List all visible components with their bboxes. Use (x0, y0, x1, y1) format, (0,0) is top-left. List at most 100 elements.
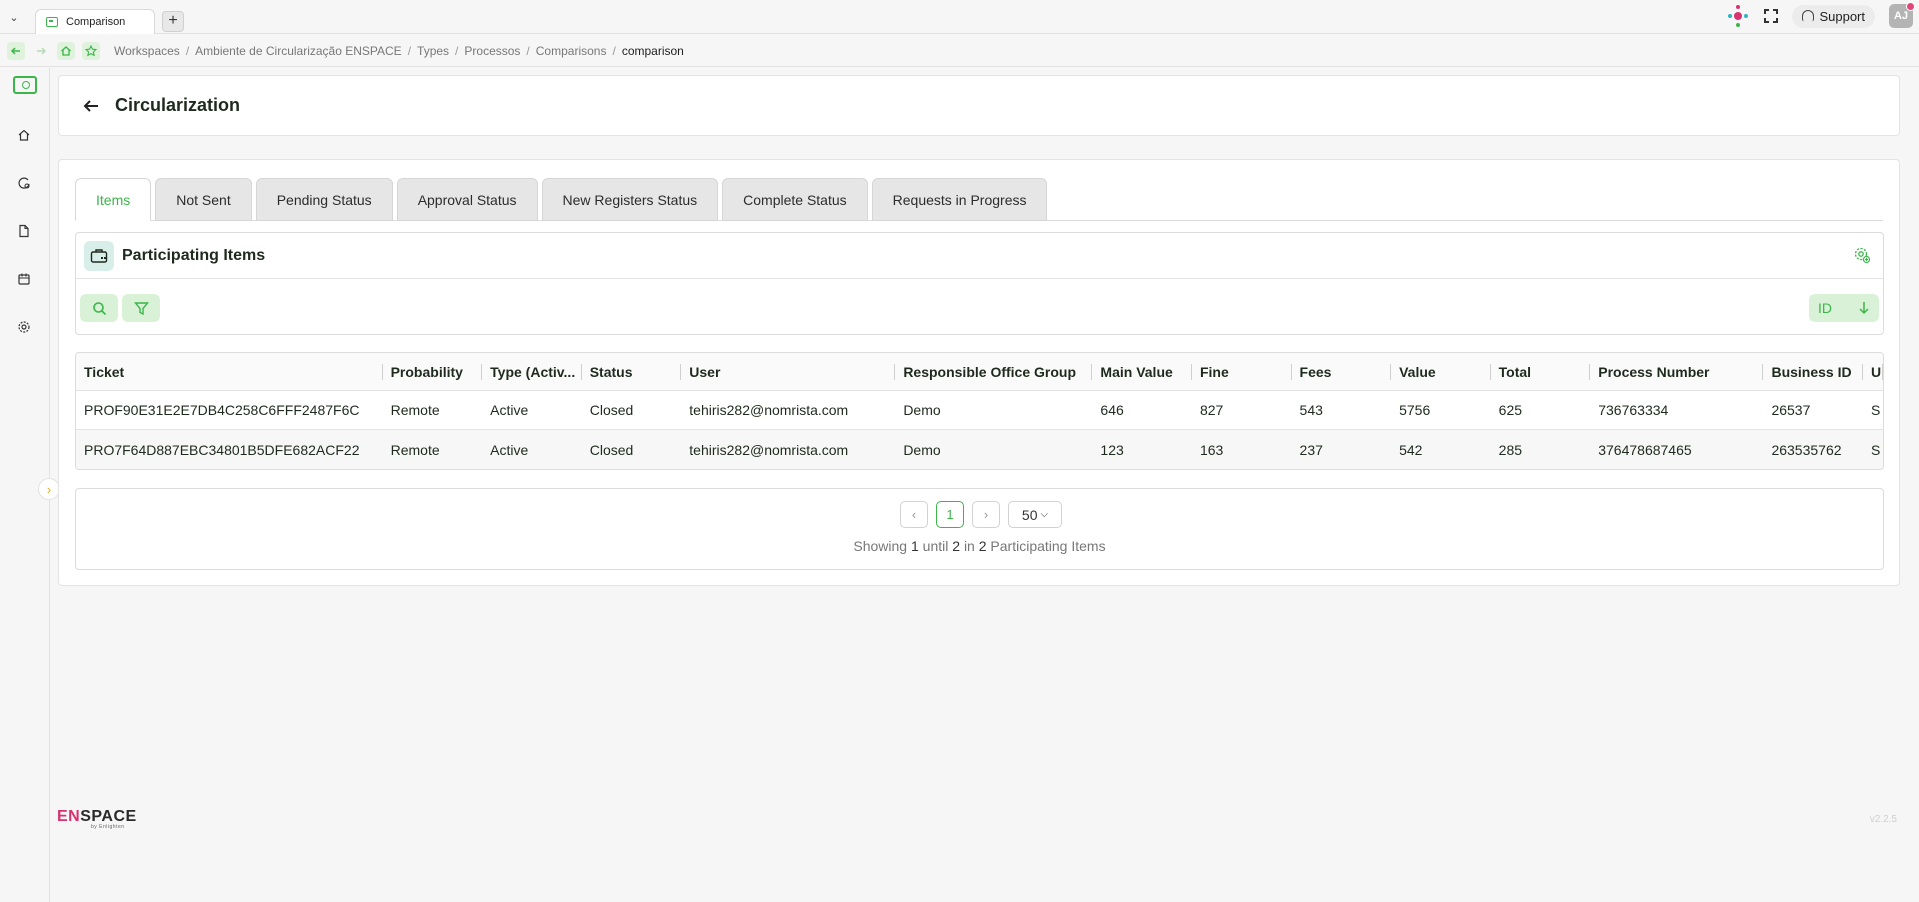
column-header-business-id[interactable]: Business ID (1763, 353, 1863, 390)
tab-pending-status[interactable]: Pending Status (255, 178, 393, 221)
brand-en: EN (57, 808, 81, 825)
previous-page-button[interactable]: ‹ (900, 501, 928, 528)
cell-user: tehiris282@nomrista.com (689, 402, 849, 418)
table-row[interactable]: PROF90E31E2E7DB4C258C6FFF2487F6C Remote … (76, 391, 1883, 430)
column-header-probability[interactable]: Probability (383, 353, 483, 390)
back-nav-button[interactable] (7, 41, 25, 60)
cell-type: Active (490, 402, 529, 418)
cell-status: Closed (589, 441, 634, 458)
settings-gear-icon[interactable] (15, 318, 33, 336)
cell-fees: 237 (1299, 441, 1323, 458)
table-row[interactable]: PRO7F64D887EBC34801B5DFE682ACF22 Remote … (76, 430, 1883, 469)
cell-truncated: S (1871, 441, 1881, 458)
cell-business-id: 263535762 (1771, 441, 1842, 458)
document-icon[interactable] (15, 222, 33, 240)
home-icon[interactable] (15, 126, 33, 144)
briefcase-icon (84, 240, 114, 271)
column-header-fine[interactable]: Fine (1192, 353, 1292, 390)
column-header-status[interactable]: Status (582, 353, 682, 390)
column-header-type[interactable]: Type (Activ... (482, 353, 582, 390)
cell-main-value: 646 (1100, 402, 1124, 418)
breadcrumb-workspace[interactable]: Ambiente de Circularização ENSPACE (195, 44, 402, 58)
forward-nav-button[interactable] (32, 42, 50, 60)
avatar[interactable]: AJ (1889, 2, 1915, 28)
cell-total: 285 (1498, 441, 1523, 458)
column-header-fees[interactable]: Fees (1292, 353, 1392, 390)
page-size-select[interactable]: 50 ⌵ (1008, 501, 1062, 528)
breadcrumb: Workspaces / Ambiente de Circularização … (114, 44, 684, 58)
cell-probability: Remote (390, 402, 440, 418)
cell-user: tehiris282@nomrista.com (689, 441, 849, 458)
cell-fine: 827 (1199, 402, 1224, 418)
browser-tab[interactable]: Comparison (35, 9, 155, 34)
ai-assistant-icon[interactable] (1726, 4, 1750, 28)
pagination-controls: ‹ 1 › 50 ⌵ (900, 501, 1062, 528)
column-header-responsible-office-group[interactable]: Responsible Office Group (895, 353, 1093, 390)
filter-button[interactable] (122, 294, 160, 322)
browser-tab-title: Comparison (66, 16, 126, 28)
content-card: Items Not Sent Pending Status Approval S… (58, 159, 1900, 586)
new-tab-button[interactable]: + (162, 11, 184, 32)
processes-icon[interactable] (15, 174, 33, 192)
search-icon (92, 301, 106, 315)
breadcrumb-processos[interactable]: Processos (464, 44, 520, 58)
search-button[interactable] (80, 294, 118, 322)
tab-new-registers-status[interactable]: New Registers Status (541, 178, 719, 221)
chevron-down-icon: ⌵ (1040, 509, 1049, 520)
column-settings-icon[interactable] (1853, 246, 1871, 264)
panel-title: Participating Items (122, 246, 266, 264)
sort-button[interactable]: ID (1809, 294, 1879, 322)
back-arrow-icon[interactable] (79, 94, 103, 118)
sort-field-label: ID (1818, 300, 1832, 316)
arrow-right-icon (37, 46, 47, 55)
column-header-ticket[interactable]: Ticket (76, 353, 383, 390)
support-button[interactable]: Support (1792, 4, 1875, 28)
page-size-value: 50 (1021, 506, 1038, 523)
column-header-total[interactable]: Total (1491, 353, 1591, 390)
column-header-truncated[interactable]: U (1863, 353, 1883, 390)
tab-items[interactable]: Items (75, 178, 152, 221)
cell-ticket: PRO7F64D887EBC34801B5DFE682ACF22 (84, 441, 360, 458)
arrow-left-icon (10, 46, 20, 55)
page-header: Circularization (58, 75, 1900, 136)
app-logo-icon[interactable] (13, 76, 37, 94)
column-header-value[interactable]: Value (1391, 353, 1491, 390)
column-header-main-value[interactable]: Main Value (1092, 353, 1192, 390)
fullscreen-icon[interactable] (1764, 9, 1779, 23)
home-icon (61, 45, 71, 56)
cell-value: 5756 (1399, 402, 1431, 418)
breadcrumb-separator: / (526, 43, 530, 58)
column-header-user[interactable]: User (681, 353, 896, 390)
pagination-info-suffix: Participating Items (990, 538, 1106, 554)
tab-bar: Items Not Sent Pending Status Approval S… (75, 178, 1048, 221)
cell-process-number: 376478687465 (1598, 441, 1692, 458)
breadcrumb-types[interactable]: Types (417, 44, 449, 58)
page-button-current[interactable]: 1 (936, 501, 964, 528)
participating-items-table: Ticket Probability Type (Activ... Status… (75, 352, 1884, 470)
tab-not-sent[interactable]: Not Sent (155, 178, 252, 221)
tab-complete-status[interactable]: Complete Status (722, 178, 868, 221)
cell-status: Closed (589, 402, 634, 418)
pagination-info-until: until (922, 538, 949, 554)
chevron-down-icon[interactable]: ⌄ (6, 10, 22, 26)
favorite-nav-button[interactable] (82, 41, 100, 60)
column-header-process-number[interactable]: Process Number (1590, 353, 1764, 390)
home-nav-button[interactable] (57, 41, 75, 60)
pagination-info-in: in (963, 538, 975, 554)
brand-space: SPACE (80, 808, 137, 825)
tab-requests-in-progress[interactable]: Requests in Progress (871, 178, 1048, 221)
brand-logo: ENSPACE by Enlighten (57, 808, 137, 830)
breadcrumb-workspaces[interactable]: Workspaces (114, 44, 180, 58)
panel-header: Participating Items (76, 233, 1883, 279)
cell-fine: 163 (1199, 441, 1224, 458)
breadcrumb-separator: / (612, 43, 616, 58)
pagination-info: Showing 1 until 2 in 2 Participating Ite… (76, 538, 1883, 554)
tab-approval-status[interactable]: Approval Status (396, 178, 538, 221)
breadcrumb-separator: / (455, 43, 459, 58)
pagination: ‹ 1 › 50 ⌵ Showing 1 until 2 in 2 Partic… (75, 488, 1884, 570)
calendar-icon[interactable] (15, 270, 33, 288)
pagination-info-to: 2 (952, 538, 961, 554)
breadcrumb-comparisons[interactable]: Comparisons (536, 44, 607, 58)
expand-sidebar-button[interactable]: › (38, 478, 60, 500)
next-page-button[interactable]: › (972, 501, 1000, 528)
